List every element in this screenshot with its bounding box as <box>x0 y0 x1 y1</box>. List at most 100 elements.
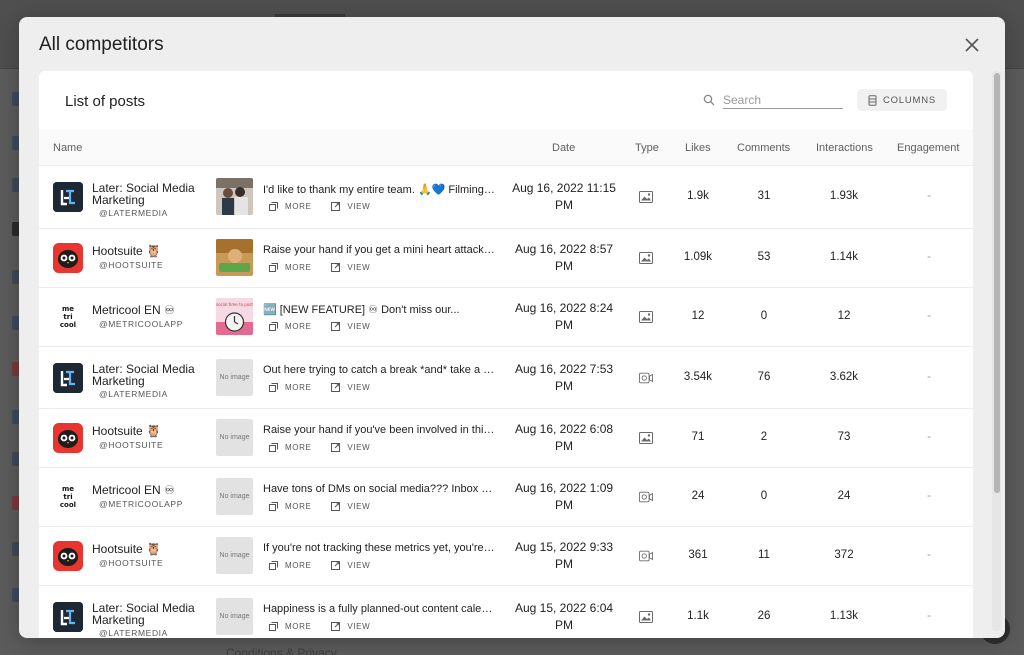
post-date: Aug 16, 2022 6:08 PM <box>514 422 614 453</box>
svg-text:me: me <box>62 305 74 313</box>
more-button[interactable]: MORE <box>269 443 311 452</box>
comments-value: 31 <box>757 190 771 202</box>
likes-value: 1.9k <box>687 190 709 202</box>
interactions-value: 1.13k <box>829 610 859 622</box>
svg-text:me: me <box>62 485 74 493</box>
table-row[interactable]: Hootsuite 🦉 @HOOTSUITE No image If you'r… <box>39 527 973 586</box>
post-date: Aug 16, 2022 7:53 PM <box>514 362 614 393</box>
view-button[interactable]: VIEW <box>331 263 370 272</box>
engagement-value: - <box>927 490 931 502</box>
post-actions: MORE VIEW <box>269 322 370 331</box>
table-row[interactable]: Hootsuite 🦉 @HOOTSUITE Raise your hand i… <box>39 229 973 288</box>
interactions-value: 73 <box>837 431 851 443</box>
account-handle: @HOOTSUITE <box>99 440 164 450</box>
interactions-value: 3.62k <box>829 371 859 383</box>
more-label: MORE <box>285 561 312 570</box>
view-button[interactable]: VIEW <box>331 443 370 452</box>
no-image-label: No image <box>219 374 250 381</box>
post-date: Aug 16, 2022 8:24 PM <box>514 301 614 332</box>
card-title: List of posts <box>65 93 146 110</box>
svg-text:tri: tri <box>63 493 72 501</box>
view-button[interactable]: VIEW <box>331 622 370 631</box>
video-type-icon <box>639 371 655 385</box>
table-row[interactable]: Later: Social Media Marketing @LATERMEDI… <box>39 347 973 409</box>
columns-button[interactable]: COLUMNS <box>857 89 947 111</box>
svg-text:tri: tri <box>63 313 72 321</box>
account-name: Later: Social Media Marketing <box>92 601 195 627</box>
external-link-icon <box>331 202 341 211</box>
account-avatar <box>53 182 83 212</box>
column-header-type[interactable]: Type <box>635 142 659 154</box>
view-label: VIEW <box>347 443 371 452</box>
more-button[interactable]: MORE <box>269 622 311 631</box>
post-thumbnail <box>216 239 253 276</box>
comments-value: 76 <box>757 371 771 383</box>
column-header-name[interactable]: Name <box>53 142 82 154</box>
post-thumbnail: social time to post <box>216 298 253 335</box>
column-header-interactions[interactable]: Interactions <box>816 142 873 154</box>
more-button[interactable]: MORE <box>269 383 311 392</box>
post-text: Happiness is a fully planned-out content… <box>263 603 495 615</box>
more-label: MORE <box>285 622 312 631</box>
column-header-engagement[interactable]: Engagement <box>897 142 959 154</box>
table-row[interactable]: me tri cool Metricool EN ♾ @METRICOOLAPP s… <box>39 288 973 347</box>
more-button[interactable]: MORE <box>269 322 311 331</box>
more-icon <box>269 622 278 631</box>
no-image-label: No image <box>219 613 250 620</box>
search-icon <box>703 94 715 106</box>
more-label: MORE <box>285 263 312 272</box>
search-input[interactable] <box>723 91 843 109</box>
svg-text:social time to post: social time to post <box>216 302 253 307</box>
post-actions: MORE VIEW <box>269 443 370 452</box>
image-type-icon <box>639 251 655 265</box>
modal-scrollbar-thumb[interactable] <box>994 73 1000 493</box>
more-button[interactable]: MORE <box>269 561 311 570</box>
interactions-value: 24 <box>837 490 851 502</box>
more-button[interactable]: MORE <box>269 263 311 272</box>
likes-value: 1.1k <box>687 610 709 622</box>
interactions-value: 1.14k <box>829 251 859 263</box>
interactions-value: 1.93k <box>829 190 859 202</box>
close-button[interactable] <box>961 34 983 56</box>
view-button[interactable]: VIEW <box>331 383 370 392</box>
column-header-likes[interactable]: Likes <box>685 142 711 154</box>
account-name: Later: Social Media Marketing <box>92 181 195 207</box>
more-button[interactable]: MORE <box>269 202 311 211</box>
table-row[interactable]: Later: Social Media Marketing @LATERMEDI… <box>39 166 973 229</box>
svg-text:cool: cool <box>60 501 76 509</box>
account-name: Metricool EN ♾ <box>92 303 175 317</box>
post-actions: MORE VIEW <box>269 202 370 211</box>
post-text: If you're not tracking these metrics yet… <box>263 542 495 554</box>
view-button[interactable]: VIEW <box>331 502 370 511</box>
table-row[interactable]: me tri cool Metricool EN ♾ @METRICOOLAPP N… <box>39 468 973 527</box>
account-avatar <box>53 243 83 273</box>
more-label: MORE <box>285 202 312 211</box>
post-actions: MORE VIEW <box>269 561 370 570</box>
view-button[interactable]: VIEW <box>331 202 370 211</box>
more-label: MORE <box>285 383 312 392</box>
more-icon <box>269 202 278 211</box>
table-row[interactable]: Later: Social Media Marketing @LATERMEDI… <box>39 586 973 638</box>
image-type-icon <box>639 310 655 324</box>
search-box <box>703 91 845 109</box>
post-text: Out here trying to catch a break *and* t… <box>263 364 495 376</box>
engagement-value: - <box>927 371 931 383</box>
account-handle: @HOOTSUITE <box>99 558 164 568</box>
post-actions: MORE VIEW <box>269 383 370 392</box>
column-header-date[interactable]: Date <box>552 142 575 154</box>
view-button[interactable]: VIEW <box>331 561 370 570</box>
table-row[interactable]: Hootsuite 🦉 @HOOTSUITE No image Raise yo… <box>39 409 973 468</box>
column-header-comments[interactable]: Comments <box>737 142 790 154</box>
post-actions: MORE VIEW <box>269 263 370 272</box>
likes-value: 71 <box>691 431 705 443</box>
more-button[interactable]: MORE <box>269 502 311 511</box>
post-actions: MORE VIEW <box>269 622 370 631</box>
more-label: MORE <box>285 502 312 511</box>
external-link-icon <box>331 561 341 570</box>
external-link-icon <box>331 622 341 631</box>
engagement-value: - <box>927 190 931 202</box>
post-actions: MORE VIEW <box>269 502 370 511</box>
account-handle: @METRICOOLAPP <box>99 319 183 329</box>
no-image-label: No image <box>219 434 250 441</box>
view-button[interactable]: VIEW <box>331 322 370 331</box>
